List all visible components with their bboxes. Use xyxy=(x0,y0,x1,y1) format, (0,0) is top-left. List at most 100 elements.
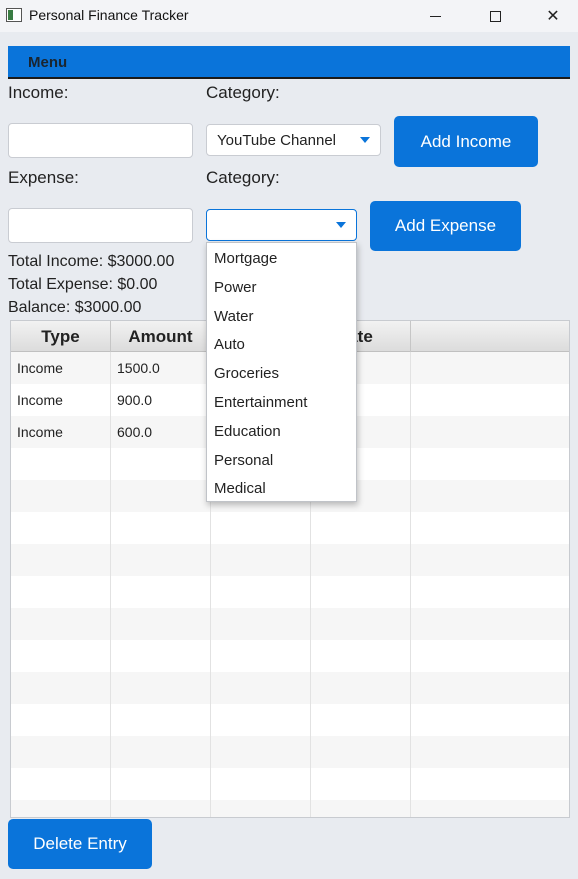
table-cell xyxy=(211,768,311,800)
table-cell xyxy=(411,352,569,384)
title-bar: Personal Finance Tracker ✕ xyxy=(0,0,578,32)
table-cell xyxy=(211,608,311,640)
add-income-button[interactable]: Add Income xyxy=(394,116,538,167)
income-category-select[interactable]: YouTube Channel xyxy=(206,124,381,156)
table-cell xyxy=(11,512,111,544)
table-cell xyxy=(311,800,411,817)
table-cell xyxy=(411,512,569,544)
minimize-button[interactable] xyxy=(412,0,458,32)
expense-category-select[interactable] xyxy=(206,209,357,241)
column-header-type[interactable]: Type xyxy=(11,321,111,352)
table-cell xyxy=(311,512,411,544)
table-cell xyxy=(211,672,311,704)
table-cell xyxy=(411,704,569,736)
dropdown-option-personal[interactable]: Personal xyxy=(207,446,356,475)
table-cell: 900.0 xyxy=(111,384,211,416)
table-row[interactable] xyxy=(11,672,569,704)
table-cell xyxy=(311,544,411,576)
table-cell xyxy=(411,544,569,576)
table-cell xyxy=(11,640,111,672)
table-cell xyxy=(111,800,211,817)
income-input[interactable] xyxy=(8,123,193,158)
table-row[interactable] xyxy=(11,736,569,768)
table-cell xyxy=(111,768,211,800)
table-cell xyxy=(211,640,311,672)
table-row[interactable] xyxy=(11,544,569,576)
dropdown-option-power[interactable]: Power xyxy=(207,273,356,302)
table-cell xyxy=(111,576,211,608)
table-cell xyxy=(311,640,411,672)
table-cell xyxy=(111,640,211,672)
table-cell xyxy=(11,768,111,800)
table-cell xyxy=(111,544,211,576)
chevron-down-icon xyxy=(336,222,346,228)
table-row[interactable] xyxy=(11,608,569,640)
table-cell: Income xyxy=(11,352,111,384)
menu-item-menu[interactable]: Menu xyxy=(28,54,67,71)
table-cell xyxy=(411,736,569,768)
table-cell xyxy=(111,480,211,512)
maximize-button[interactable] xyxy=(472,0,518,32)
table-cell xyxy=(11,736,111,768)
table-cell xyxy=(411,448,569,480)
table-cell xyxy=(111,448,211,480)
dropdown-option-entertainment[interactable]: Entertainment xyxy=(207,388,356,417)
table-cell xyxy=(111,704,211,736)
expense-category-label: Category: xyxy=(206,168,280,187)
dropdown-option-auto[interactable]: Auto xyxy=(207,330,356,359)
table-cell xyxy=(211,704,311,736)
table-cell xyxy=(111,736,211,768)
table-cell xyxy=(411,384,569,416)
table-cell xyxy=(211,736,311,768)
menu-bar: Menu xyxy=(8,46,570,79)
table-cell xyxy=(411,800,569,817)
table-cell xyxy=(411,576,569,608)
balance-text: Balance: $3000.00 xyxy=(8,299,142,316)
table-cell xyxy=(311,672,411,704)
table-cell xyxy=(311,768,411,800)
table-cell xyxy=(411,768,569,800)
column-header-amount[interactable]: Amount xyxy=(111,321,211,352)
total-income-text: Total Income: $3000.00 xyxy=(8,253,175,270)
dropdown-option-education[interactable]: Education xyxy=(207,417,356,446)
add-expense-button[interactable]: Add Expense xyxy=(370,201,521,251)
minimize-icon xyxy=(429,15,441,17)
dropdown-option-water[interactable]: Water xyxy=(207,302,356,331)
delete-entry-button[interactable]: Delete Entry xyxy=(8,819,152,869)
table-cell xyxy=(11,608,111,640)
table-row[interactable] xyxy=(11,512,569,544)
table-cell xyxy=(311,576,411,608)
total-expense-text: Total Expense: $0.00 xyxy=(8,276,158,293)
table-cell xyxy=(11,672,111,704)
close-button[interactable]: ✕ xyxy=(530,0,576,32)
table-cell xyxy=(411,640,569,672)
table-cell xyxy=(411,672,569,704)
table-cell xyxy=(211,800,311,817)
income-category-label: Category: xyxy=(206,83,280,102)
dropdown-option-mortgage[interactable]: Mortgage xyxy=(207,244,356,273)
table-row[interactable] xyxy=(11,800,569,817)
table-cell xyxy=(11,544,111,576)
table-cell xyxy=(411,608,569,640)
table-row[interactable] xyxy=(11,576,569,608)
dropdown-option-medical[interactable]: Medical xyxy=(207,474,356,503)
dropdown-option-groceries[interactable]: Groceries xyxy=(207,359,356,388)
table-cell: 600.0 xyxy=(111,416,211,448)
table-cell xyxy=(111,672,211,704)
table-cell xyxy=(311,736,411,768)
expense-label: Expense: xyxy=(8,168,79,187)
expense-input[interactable] xyxy=(8,208,193,243)
chevron-down-icon xyxy=(360,137,370,143)
table-cell xyxy=(411,416,569,448)
table-cell: Income xyxy=(11,384,111,416)
table-cell xyxy=(211,544,311,576)
table-cell xyxy=(11,480,111,512)
table-cell: Income xyxy=(11,416,111,448)
table-cell xyxy=(11,576,111,608)
table-row[interactable] xyxy=(11,768,569,800)
table-row[interactable] xyxy=(11,640,569,672)
table-cell xyxy=(211,576,311,608)
table-cell xyxy=(11,800,111,817)
app-window-icon xyxy=(6,8,22,22)
table-row[interactable] xyxy=(11,704,569,736)
